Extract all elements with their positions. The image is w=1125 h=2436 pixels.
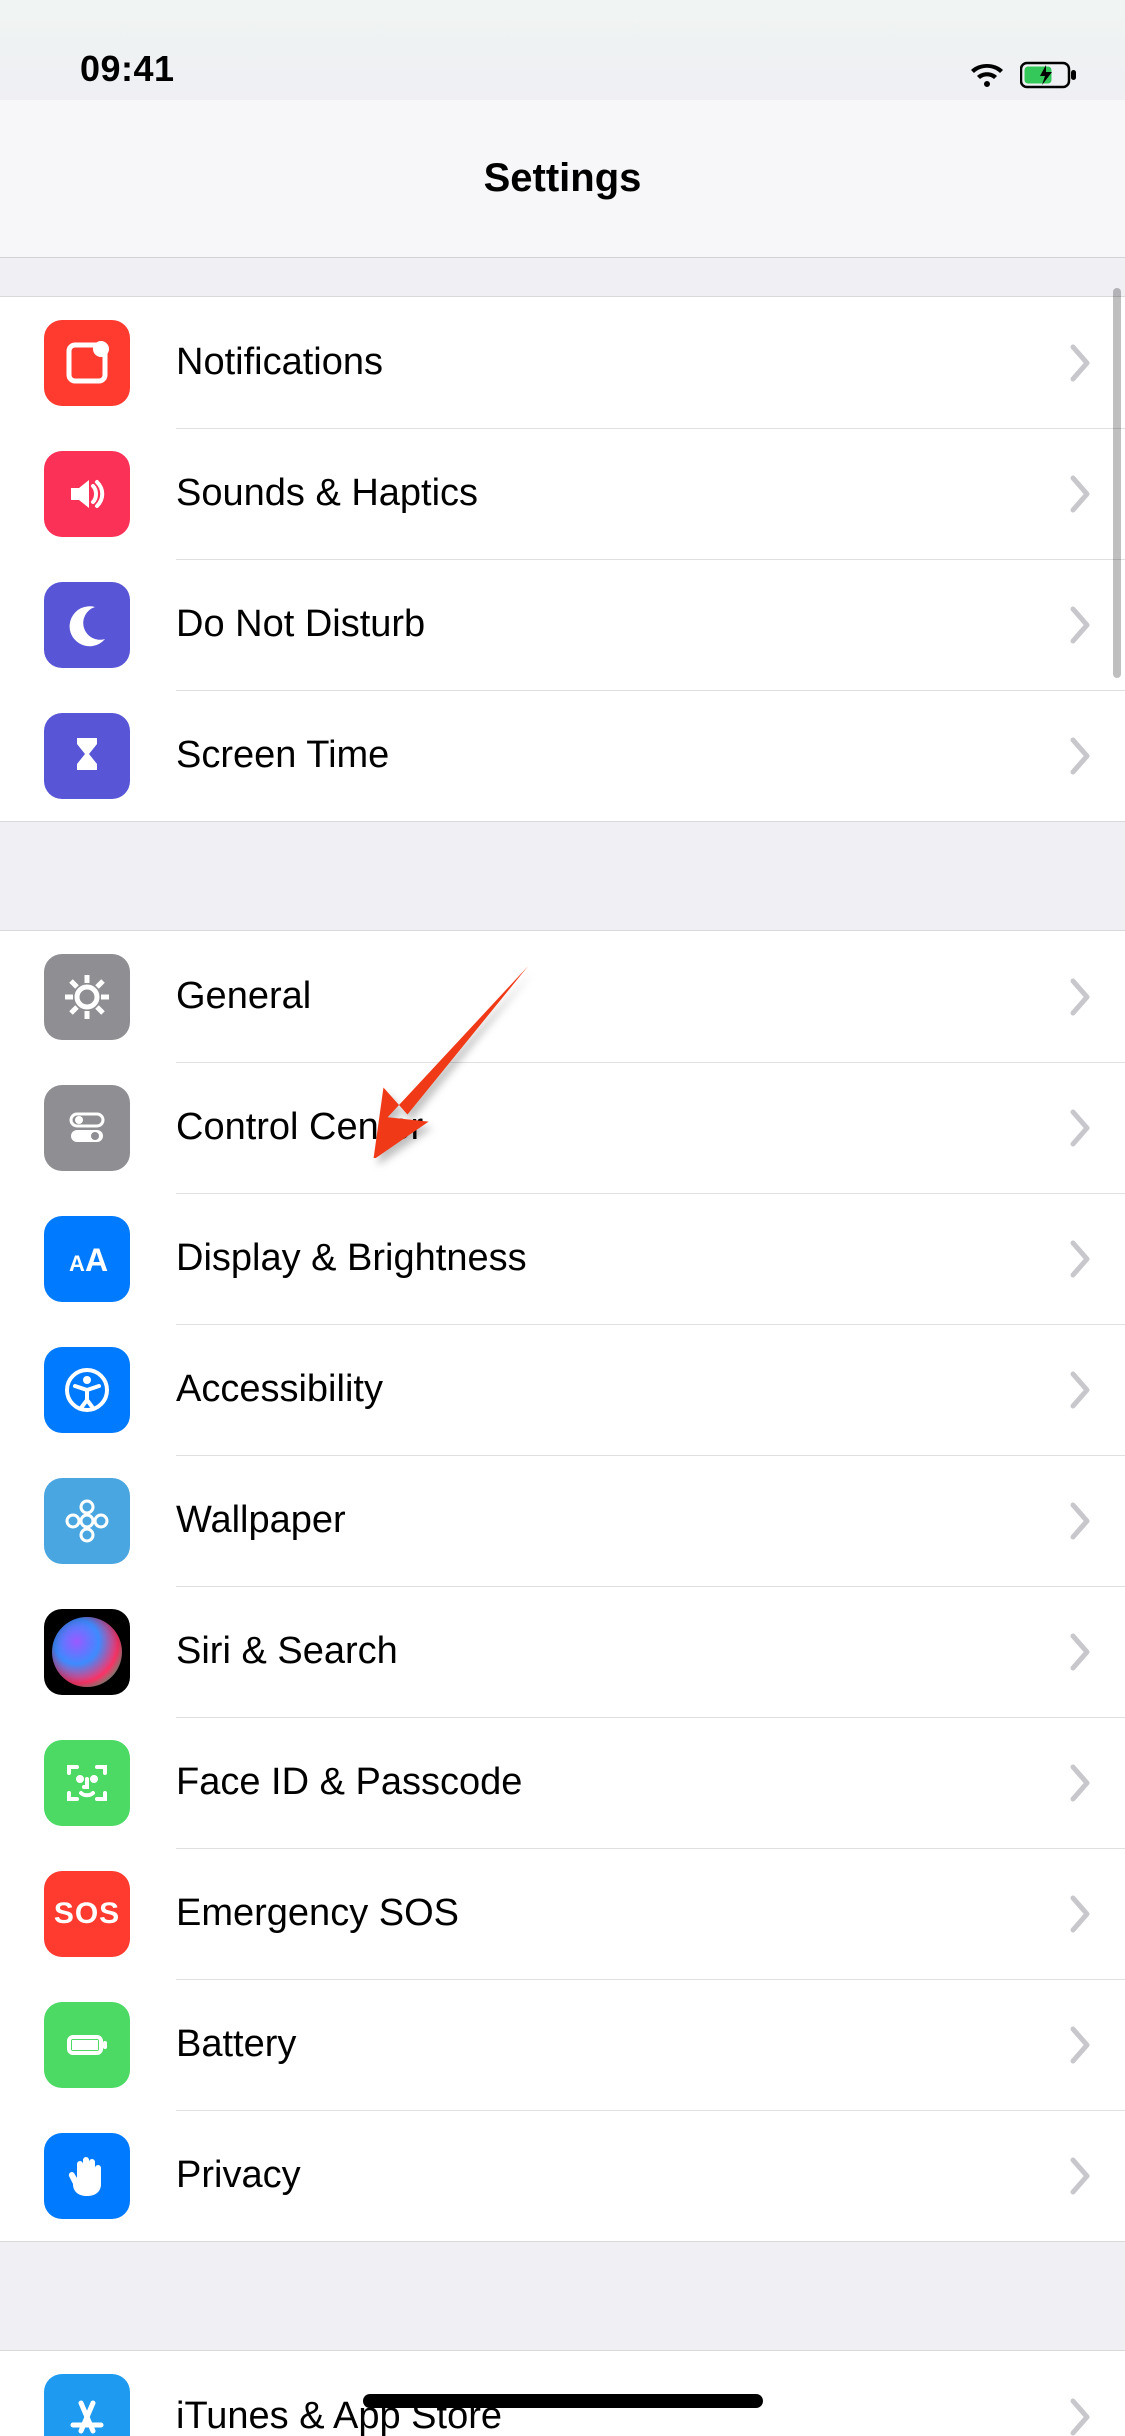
sounds-icon bbox=[44, 451, 130, 537]
moon-icon bbox=[44, 582, 130, 668]
status-right bbox=[968, 60, 1080, 90]
chevron-right-icon bbox=[1069, 977, 1095, 1017]
row-display[interactable]: AA Display & Brightness bbox=[0, 1193, 1125, 1324]
chevron-right-icon bbox=[1069, 1894, 1095, 1934]
svg-text:A: A bbox=[69, 1251, 85, 1276]
toggles-icon bbox=[44, 1085, 130, 1171]
chevron-right-icon bbox=[1069, 736, 1095, 776]
row-label: Notifications bbox=[176, 341, 1069, 384]
row-label: Siri & Search bbox=[176, 1630, 1069, 1673]
row-label: Emergency SOS bbox=[176, 1892, 1069, 1935]
nav-bar: Settings bbox=[0, 100, 1125, 258]
chevron-right-icon bbox=[1069, 1239, 1095, 1279]
row-dnd[interactable]: Do Not Disturb bbox=[0, 559, 1125, 690]
svg-text:A: A bbox=[85, 1242, 108, 1278]
home-indicator[interactable] bbox=[363, 2394, 763, 2408]
row-label: Do Not Disturb bbox=[176, 603, 1069, 646]
flower-icon bbox=[44, 1478, 130, 1564]
battery-icon bbox=[44, 2002, 130, 2088]
row-notifications[interactable]: Notifications bbox=[0, 297, 1125, 428]
row-label: Screen Time bbox=[176, 734, 1069, 777]
row-label: Accessibility bbox=[176, 1368, 1069, 1411]
row-label: Display & Brightness bbox=[176, 1237, 1069, 1280]
hourglass-icon bbox=[44, 713, 130, 799]
settings-group: General Control Center AA Display & Brig… bbox=[0, 930, 1125, 2242]
chevron-right-icon bbox=[1069, 2156, 1095, 2196]
row-label: Sounds & Haptics bbox=[176, 472, 1069, 515]
row-wallpaper[interactable]: Wallpaper bbox=[0, 1455, 1125, 1586]
chevron-right-icon bbox=[1069, 343, 1095, 383]
battery-charging-icon bbox=[1020, 60, 1080, 90]
chevron-right-icon bbox=[1069, 1632, 1095, 1672]
chevron-right-icon bbox=[1069, 1763, 1095, 1803]
row-label: Privacy bbox=[176, 2154, 1069, 2197]
status-bar: 09:41 bbox=[0, 0, 1125, 100]
row-sos[interactable]: SOS Emergency SOS bbox=[0, 1848, 1125, 1979]
settings-group: Notifications Sounds & Haptics Do Not Di… bbox=[0, 296, 1125, 822]
row-accessibility[interactable]: Accessibility bbox=[0, 1324, 1125, 1455]
chevron-right-icon bbox=[1069, 605, 1095, 645]
row-label: Face ID & Passcode bbox=[176, 1761, 1069, 1804]
siri-icon bbox=[44, 1609, 130, 1695]
appstore-icon bbox=[44, 2374, 130, 2436]
chevron-right-icon bbox=[1069, 2397, 1095, 2436]
chevron-right-icon bbox=[1069, 474, 1095, 514]
row-label: Battery bbox=[176, 2023, 1069, 2066]
sos-icon: SOS bbox=[44, 1871, 130, 1957]
chevron-right-icon bbox=[1069, 1501, 1095, 1541]
notifications-icon bbox=[44, 320, 130, 406]
row-label: Control Center bbox=[176, 1106, 1069, 1149]
row-battery[interactable]: Battery bbox=[0, 1979, 1125, 2110]
page-title: Settings bbox=[484, 156, 642, 201]
text-size-icon: AA bbox=[44, 1216, 130, 1302]
row-sounds[interactable]: Sounds & Haptics bbox=[0, 428, 1125, 559]
row-screentime[interactable]: Screen Time bbox=[0, 690, 1125, 821]
scroll-indicator bbox=[1113, 288, 1121, 678]
row-general[interactable]: General bbox=[0, 931, 1125, 1062]
row-label: Wallpaper bbox=[176, 1499, 1069, 1542]
faceid-icon bbox=[44, 1740, 130, 1826]
settings-group: iTunes & App Store bbox=[0, 2350, 1125, 2436]
settings-list[interactable]: Notifications Sounds & Haptics Do Not Di… bbox=[0, 258, 1125, 2436]
hand-icon bbox=[44, 2133, 130, 2219]
chevron-right-icon bbox=[1069, 1108, 1095, 1148]
chevron-right-icon bbox=[1069, 2025, 1095, 2065]
status-time: 09:41 bbox=[80, 48, 175, 90]
wifi-icon bbox=[968, 60, 1006, 90]
row-siri[interactable]: Siri & Search bbox=[0, 1586, 1125, 1717]
row-controlcenter[interactable]: Control Center bbox=[0, 1062, 1125, 1193]
gear-icon bbox=[44, 954, 130, 1040]
sos-icon-text: SOS bbox=[54, 1897, 120, 1931]
person-circle-icon bbox=[44, 1347, 130, 1433]
row-label: General bbox=[176, 975, 1069, 1018]
row-privacy[interactable]: Privacy bbox=[0, 2110, 1125, 2241]
row-faceid[interactable]: Face ID & Passcode bbox=[0, 1717, 1125, 1848]
chevron-right-icon bbox=[1069, 1370, 1095, 1410]
